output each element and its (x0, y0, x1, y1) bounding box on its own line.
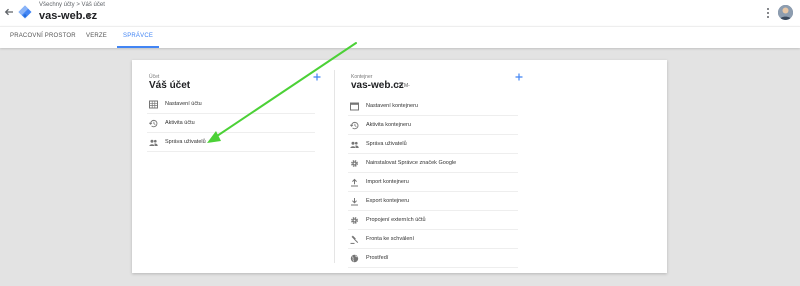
breadcrumb-account[interactable]: Váš účet (82, 2, 105, 8)
nav-tabs: PRACOVNÍ PROSTOR VERZE SPRÁVCE (0, 26, 800, 48)
breadcrumb: Všechny účty > Váš účet (39, 2, 105, 8)
install-gtm-label: Nainstalovat Správce značek Google (366, 160, 457, 166)
approval-queue-item[interactable]: Fronta ke schválení (348, 230, 518, 249)
import-container-item[interactable]: Import kontejneru (348, 173, 518, 192)
account-settings-item[interactable]: Nastavení účtu (147, 95, 315, 114)
account-user-management-item[interactable]: Správa uživatelů (147, 133, 315, 152)
gavel-icon (350, 235, 359, 244)
table-icon (149, 100, 158, 109)
add-container-icon[interactable] (515, 73, 523, 81)
avatar-person-icon (778, 5, 793, 20)
container-activity-label: Aktivita kontejneru (366, 122, 411, 128)
window-icon (350, 102, 359, 111)
install-gtm-item[interactable]: Nainstalovat Správce značek Google (348, 154, 518, 173)
more-options-icon[interactable] (766, 7, 770, 19)
environments-item[interactable]: Prostředí (348, 249, 518, 268)
active-tab-indicator (117, 46, 159, 48)
people-icon (350, 141, 359, 148)
back-arrow-icon[interactable] (3, 6, 15, 18)
account-settings-label: Nastavení účtu (165, 101, 202, 107)
tab-admin[interactable]: SPRÁVCE (123, 33, 153, 39)
upload-icon (351, 178, 358, 187)
export-container-label: Export kontejneru (366, 198, 410, 204)
export-container-item[interactable]: Export kontejneru (348, 192, 518, 211)
external-accounts-label: Propojení externích účtů (366, 217, 426, 223)
container-settings-item[interactable]: Nastavení kontejneru (348, 97, 518, 116)
container-settings-label: Nastavení kontejneru (366, 103, 418, 109)
breadcrumb-all-accounts[interactable]: Všechny účty (39, 2, 75, 8)
container-user-management-label: Správa uživatelů (366, 141, 407, 147)
tab-workspace[interactable]: PRACOVNÍ PROSTOR (10, 33, 76, 39)
container-user-management-item[interactable]: Správa uživatelů (348, 135, 518, 154)
history-icon (350, 121, 359, 130)
gear-icon (351, 160, 358, 167)
account-user-management-label: Správa uživatelů (165, 139, 206, 145)
environments-label: Prostředí (366, 255, 389, 261)
column-divider (334, 70, 335, 263)
gear-icon (351, 217, 358, 224)
breadcrumb-separator: > (76, 2, 80, 8)
globe-icon (350, 254, 359, 263)
account-activity-item[interactable]: Aktivita účtu (147, 114, 315, 133)
chevron-down-icon[interactable] (86, 14, 92, 18)
container-id: GTM- (397, 83, 410, 89)
download-icon (351, 198, 358, 206)
account-activity-label: Aktivita účtu (165, 120, 195, 126)
external-accounts-item[interactable]: Propojení externích účtů (348, 211, 518, 230)
approval-queue-label: Fronta ke schválení (366, 236, 414, 242)
app-header: Všechny účty > Váš účet vas-web.cz (0, 0, 800, 26)
people-icon (149, 139, 158, 146)
add-account-icon[interactable] (313, 73, 321, 81)
user-avatar[interactable] (778, 5, 793, 20)
history-icon (149, 119, 158, 128)
tag-manager-logo-icon (18, 5, 32, 19)
container-activity-item[interactable]: Aktivita kontejneru (348, 116, 518, 135)
container-title: vas-web.cz (351, 80, 404, 91)
tab-versions[interactable]: VERZE (86, 33, 107, 39)
account-title: Váš účet (149, 80, 191, 91)
import-container-label: Import kontejneru (366, 179, 409, 185)
